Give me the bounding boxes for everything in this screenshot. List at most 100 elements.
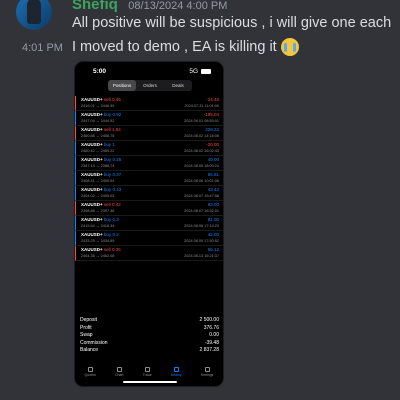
settings-icon xyxy=(204,367,210,372)
status-icons: 5G xyxy=(189,68,211,75)
summary-value: -39.48 xyxy=(204,339,219,346)
screenshot-attachment[interactable]: 5:00 5G Positions Orders Deals XAUUSD+ s… xyxy=(74,61,224,387)
quotes-icon xyxy=(87,367,93,372)
position-volume: 1.84 xyxy=(111,127,121,132)
position-row[interactable]: XAUUSD+ buy 0.2 42.00 2433.25 → 2434.89 202… xyxy=(75,231,223,246)
summary-row: Commission -39.48 xyxy=(80,340,219,348)
message-timestamp-2: 4:01 PM xyxy=(22,42,63,54)
battery-icon xyxy=(201,69,211,74)
position-row[interactable]: XAUUSD+ sell 0.25 66.12 2464.38 → 2462.08 2… xyxy=(75,246,223,261)
summary-row: Profit 376.76 xyxy=(80,325,219,333)
position-symbol: XAUUSD+ xyxy=(81,127,103,132)
summary-label: Swap xyxy=(80,332,93,338)
home-indicator xyxy=(123,381,177,383)
summary-label: Commission xyxy=(80,339,108,346)
position-prices: 2447.04 → 2444.92 xyxy=(81,119,115,123)
message-text: All positive will be suspicious , i will… xyxy=(72,15,392,31)
summary-value: 376.76 xyxy=(203,324,219,331)
position-row[interactable]: XAUUSD+ buy 0.25 40.00 2387.14 → 2388.74 20… xyxy=(75,156,223,171)
position-side: sell xyxy=(103,127,111,132)
message-timestamp: 08/13/2024 4:00 PM xyxy=(128,0,228,12)
position-side: buy xyxy=(103,232,112,237)
summary-row: Balance 2 837.28 xyxy=(80,347,219,355)
position-side: buy xyxy=(103,172,112,177)
position-volume: 1 xyxy=(112,142,115,147)
position-volume: 0.46 xyxy=(111,97,121,102)
message-text-2-body: I moved to demo , EA is killing it xyxy=(72,39,277,55)
position-prices: 2398.86 → 2397.36 xyxy=(81,209,115,213)
position-row[interactable]: XAUUSD+ sell 0.42 63.00 2398.86 → 2397.36 2… xyxy=(75,201,223,216)
summary-label: Profit xyxy=(80,324,92,331)
tab-orders[interactable]: Orders xyxy=(136,80,164,91)
position-symbol: XAUUSD+ xyxy=(81,217,103,222)
chart-icon xyxy=(116,367,122,372)
summary-value: 0.00 xyxy=(209,332,219,338)
position-volume: 0.43 xyxy=(112,187,122,192)
summary-value: 2 837.28 xyxy=(199,347,219,353)
nav-settings[interactable]: Settings xyxy=(200,367,214,377)
position-row[interactable]: XAUUSD+ buy 0.43 43.43 2404.02 → 2405.03 20… xyxy=(75,186,223,201)
summary-label: Balance xyxy=(80,347,99,353)
positions-list: XAUUSD+ sell 0.46 -24.48 2416.01 → 2446.99… xyxy=(75,96,223,261)
position-volume: 0.25 xyxy=(112,157,122,162)
position-prices: 2433.25 → 2434.89 xyxy=(81,239,115,243)
position-row[interactable]: XAUUSD+ sell 0.46 -24.48 2416.01 → 2446.99… xyxy=(75,96,223,111)
position-prices: 2408.41 → 2409.94 xyxy=(81,179,115,183)
position-side: buy xyxy=(103,187,112,192)
position-side: buy xyxy=(103,112,112,117)
nav-label: Chart xyxy=(114,373,124,377)
summary-row: Swap 0.00 xyxy=(80,332,219,340)
loudly-crying-face-icon xyxy=(280,38,299,56)
tab-deals[interactable]: Deals xyxy=(164,80,192,91)
position-symbol: XAUUSD+ xyxy=(81,142,103,147)
position-row[interactable]: XAUUSD+ sell 1.84 226.32 2460.88 → 2458.75… xyxy=(75,126,223,141)
position-side: buy xyxy=(103,217,112,222)
summary-row: Deposit 2 500.00 xyxy=(80,317,219,325)
position-datetime: 2024.08.05 18:00:24 xyxy=(184,164,219,168)
position-row[interactable]: XAUUSD+ buy 0.92 -195.04 2447.04 → 2444.92… xyxy=(75,111,223,126)
message-header: Shefiq 08/13/2024 4:00 PM xyxy=(72,0,227,14)
position-volume: 0.37 xyxy=(112,172,122,177)
nav-chart[interactable]: Chart xyxy=(115,367,124,377)
position-symbol: XAUUSD+ xyxy=(81,187,103,192)
position-symbol: XAUUSD+ xyxy=(81,232,103,237)
position-volume: 0.3 xyxy=(112,217,119,222)
position-prices: 2460.42 → 2459.22 xyxy=(81,149,115,153)
account-summary: Deposit 2 500.00 Profit 376.76 Swap 0.00 Commi… xyxy=(80,317,219,355)
status-bar: 5:00 5G xyxy=(75,67,223,77)
position-symbol: XAUUSD+ xyxy=(81,97,103,102)
position-side: sell xyxy=(103,202,111,207)
username[interactable]: Shefiq xyxy=(72,0,118,13)
position-row[interactable]: XAUUSD+ buy 0.3 81.00 2415.64 → 2418.34 202… xyxy=(75,216,223,231)
history-icon xyxy=(173,367,179,372)
position-symbol: XAUUSD+ xyxy=(81,112,103,117)
nav-label: Trade xyxy=(142,373,152,377)
nav-quotes[interactable]: Quotes xyxy=(85,367,96,377)
position-datetime: 2024.08.13 16:21:37 xyxy=(184,254,219,258)
position-volume: 0.92 xyxy=(112,112,122,117)
nav-label: Settings xyxy=(200,373,214,377)
position-row[interactable]: XAUUSD+ buy 1 -20.00 2460.42 → 2459.22 2024… xyxy=(75,141,223,156)
position-datetime: 2024.07.31 11:01:00 xyxy=(184,104,219,108)
nav-trade[interactable]: Trade xyxy=(143,367,152,377)
position-prices: 2416.01 → 2446.99 xyxy=(81,104,115,108)
position-datetime: 2024.08.02 14:16:06 xyxy=(184,134,219,138)
trade-icon xyxy=(144,367,150,372)
position-symbol: XAUUSD+ xyxy=(81,157,103,162)
signal-label: 5G xyxy=(189,68,198,75)
nav-history[interactable]: History xyxy=(171,367,182,377)
position-side: buy xyxy=(103,157,112,162)
summary-value: 2 500.00 xyxy=(199,317,219,323)
position-datetime: 2024.08.02 16:02:43 xyxy=(184,149,219,153)
position-prices: 2387.14 → 2388.74 xyxy=(81,164,115,168)
position-symbol: XAUUSD+ xyxy=(81,202,103,207)
message-text-2: I moved to demo , EA is killing it xyxy=(72,38,299,56)
position-volume: 0.25 xyxy=(111,247,121,252)
position-prices: 2464.38 → 2462.08 xyxy=(81,254,115,258)
tab-positions[interactable]: Positions xyxy=(108,80,136,91)
position-datetime: 2024.08.07 16:52:01 xyxy=(184,209,219,213)
avatar[interactable] xyxy=(16,0,52,30)
position-volume: 0.2 xyxy=(112,232,119,237)
position-datetime: 2024.08.08 17:10:23 xyxy=(184,224,219,228)
position-row[interactable]: XAUUSD+ buy 0.37 56.61 2408.41 → 2409.94 20… xyxy=(75,171,223,186)
